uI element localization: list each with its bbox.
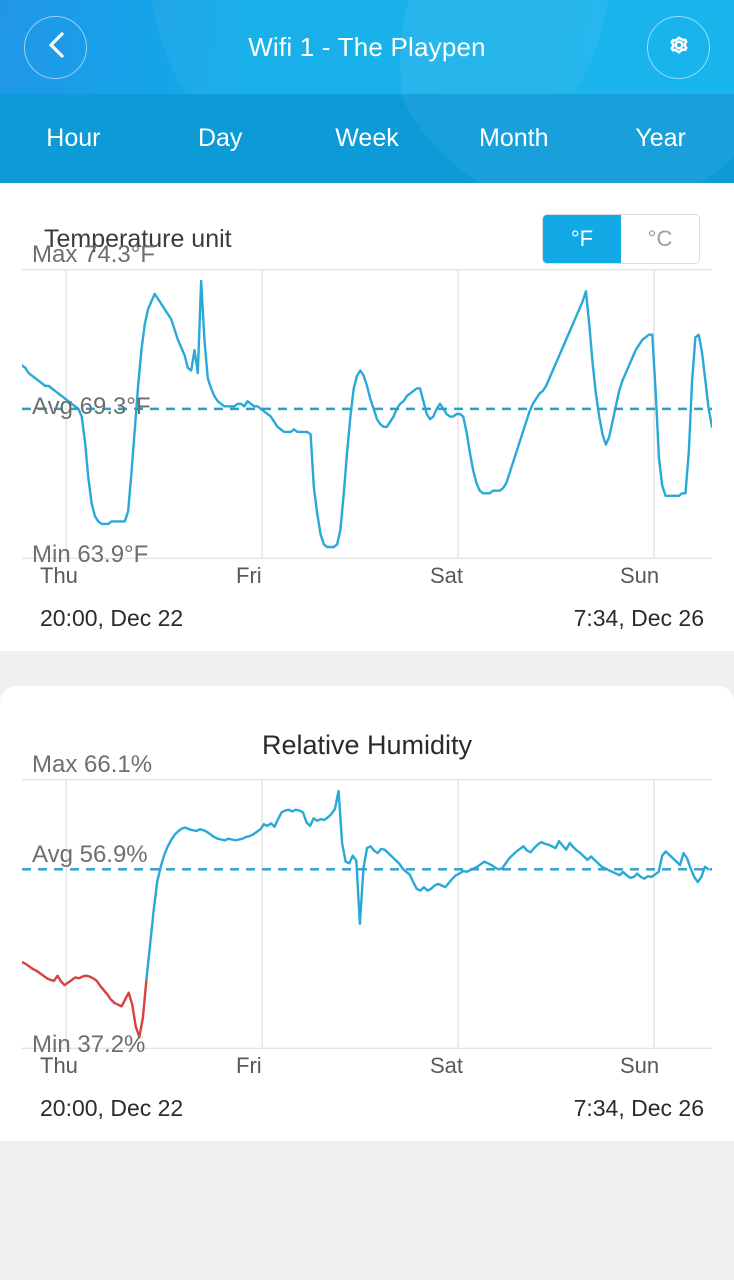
axis-label-fri: Fri bbox=[236, 1053, 262, 1078]
humidity-chart-block: Relative Humidity Max 66.1% Avg 56.9% Mi… bbox=[0, 686, 734, 1141]
tab-year[interactable]: Year bbox=[587, 124, 734, 153]
tab-day[interactable]: Day bbox=[147, 124, 294, 153]
tab-week[interactable]: Week bbox=[294, 124, 441, 153]
app-header: Wifi 1 - The Playpen bbox=[0, 0, 734, 270]
temperature-unit-toggle[interactable]: °F °C bbox=[542, 214, 700, 264]
temperature-range-start: 20:00, Dec 22 bbox=[40, 605, 184, 631]
app-screen: Wifi 1 - The Playpen Hour Day Week Month… bbox=[0, 0, 734, 1280]
axis-label-sat: Sat bbox=[430, 1053, 464, 1078]
page-title: Wifi 1 - The Playpen bbox=[248, 31, 486, 62]
humidity-axis-days: Thu Fri Sat Sun bbox=[22, 1049, 712, 1089]
period-tabs: Hour Day Week Month Year bbox=[0, 94, 734, 183]
temperature-unit-label: Temperature unit bbox=[44, 224, 232, 253]
axis-label-thu: Thu bbox=[40, 563, 78, 588]
humidity-title: Relative Humidity bbox=[261, 730, 473, 760]
tab-month[interactable]: Month bbox=[440, 124, 587, 153]
temperature-axis-days: Thu Fri Sat Sun bbox=[22, 559, 712, 599]
gear-icon bbox=[664, 30, 694, 65]
temperature-card: Temperature unit °F °C Max 74.3°F Avg 69… bbox=[0, 183, 734, 651]
axis-label-sat: Sat bbox=[430, 563, 464, 588]
humidity-axis-range: 20:00, Dec 22 7:34, Dec 26 bbox=[22, 1089, 712, 1141]
temperature-unit-row: Temperature unit °F °C bbox=[0, 183, 734, 269]
humidity-chart[interactable]: Max 66.1% Avg 56.9% Min 37.2% bbox=[22, 751, 712, 1058]
back-button[interactable] bbox=[24, 15, 87, 79]
temperature-axis-range: 20:00, Dec 22 7:34, Dec 26 bbox=[22, 599, 712, 651]
temperature-range-end: 7:34, Dec 26 bbox=[573, 605, 704, 631]
unit-option-celsius[interactable]: °C bbox=[621, 215, 699, 263]
axis-label-thu: Thu bbox=[40, 1053, 78, 1078]
unit-option-fahrenheit[interactable]: °F bbox=[543, 215, 621, 263]
axis-label-sun: Sun bbox=[620, 563, 660, 588]
card-separator bbox=[0, 651, 734, 686]
axis-label-fri: Fri bbox=[236, 563, 262, 588]
temperature-chart[interactable]: Max 74.3°F Avg 69.3°F Min 63.9°F bbox=[22, 241, 712, 568]
chevron-left-icon bbox=[45, 29, 67, 66]
humidity-range-start: 20:00, Dec 22 bbox=[40, 1095, 184, 1121]
tab-hour[interactable]: Hour bbox=[0, 124, 147, 153]
humidity-chart-svg bbox=[22, 779, 712, 1049]
axis-label-sun: Sun bbox=[620, 1053, 660, 1078]
temperature-chart-block: Max 74.3°F Avg 69.3°F Min 63.9°F Thu Fri… bbox=[0, 241, 734, 651]
temperature-chart-svg bbox=[22, 269, 712, 559]
humidity-card: Relative Humidity Max 66.1% Avg 56.9% Mi… bbox=[0, 686, 734, 1141]
settings-button[interactable] bbox=[647, 15, 710, 79]
humidity-range-end: 7:34, Dec 26 bbox=[573, 1095, 704, 1121]
